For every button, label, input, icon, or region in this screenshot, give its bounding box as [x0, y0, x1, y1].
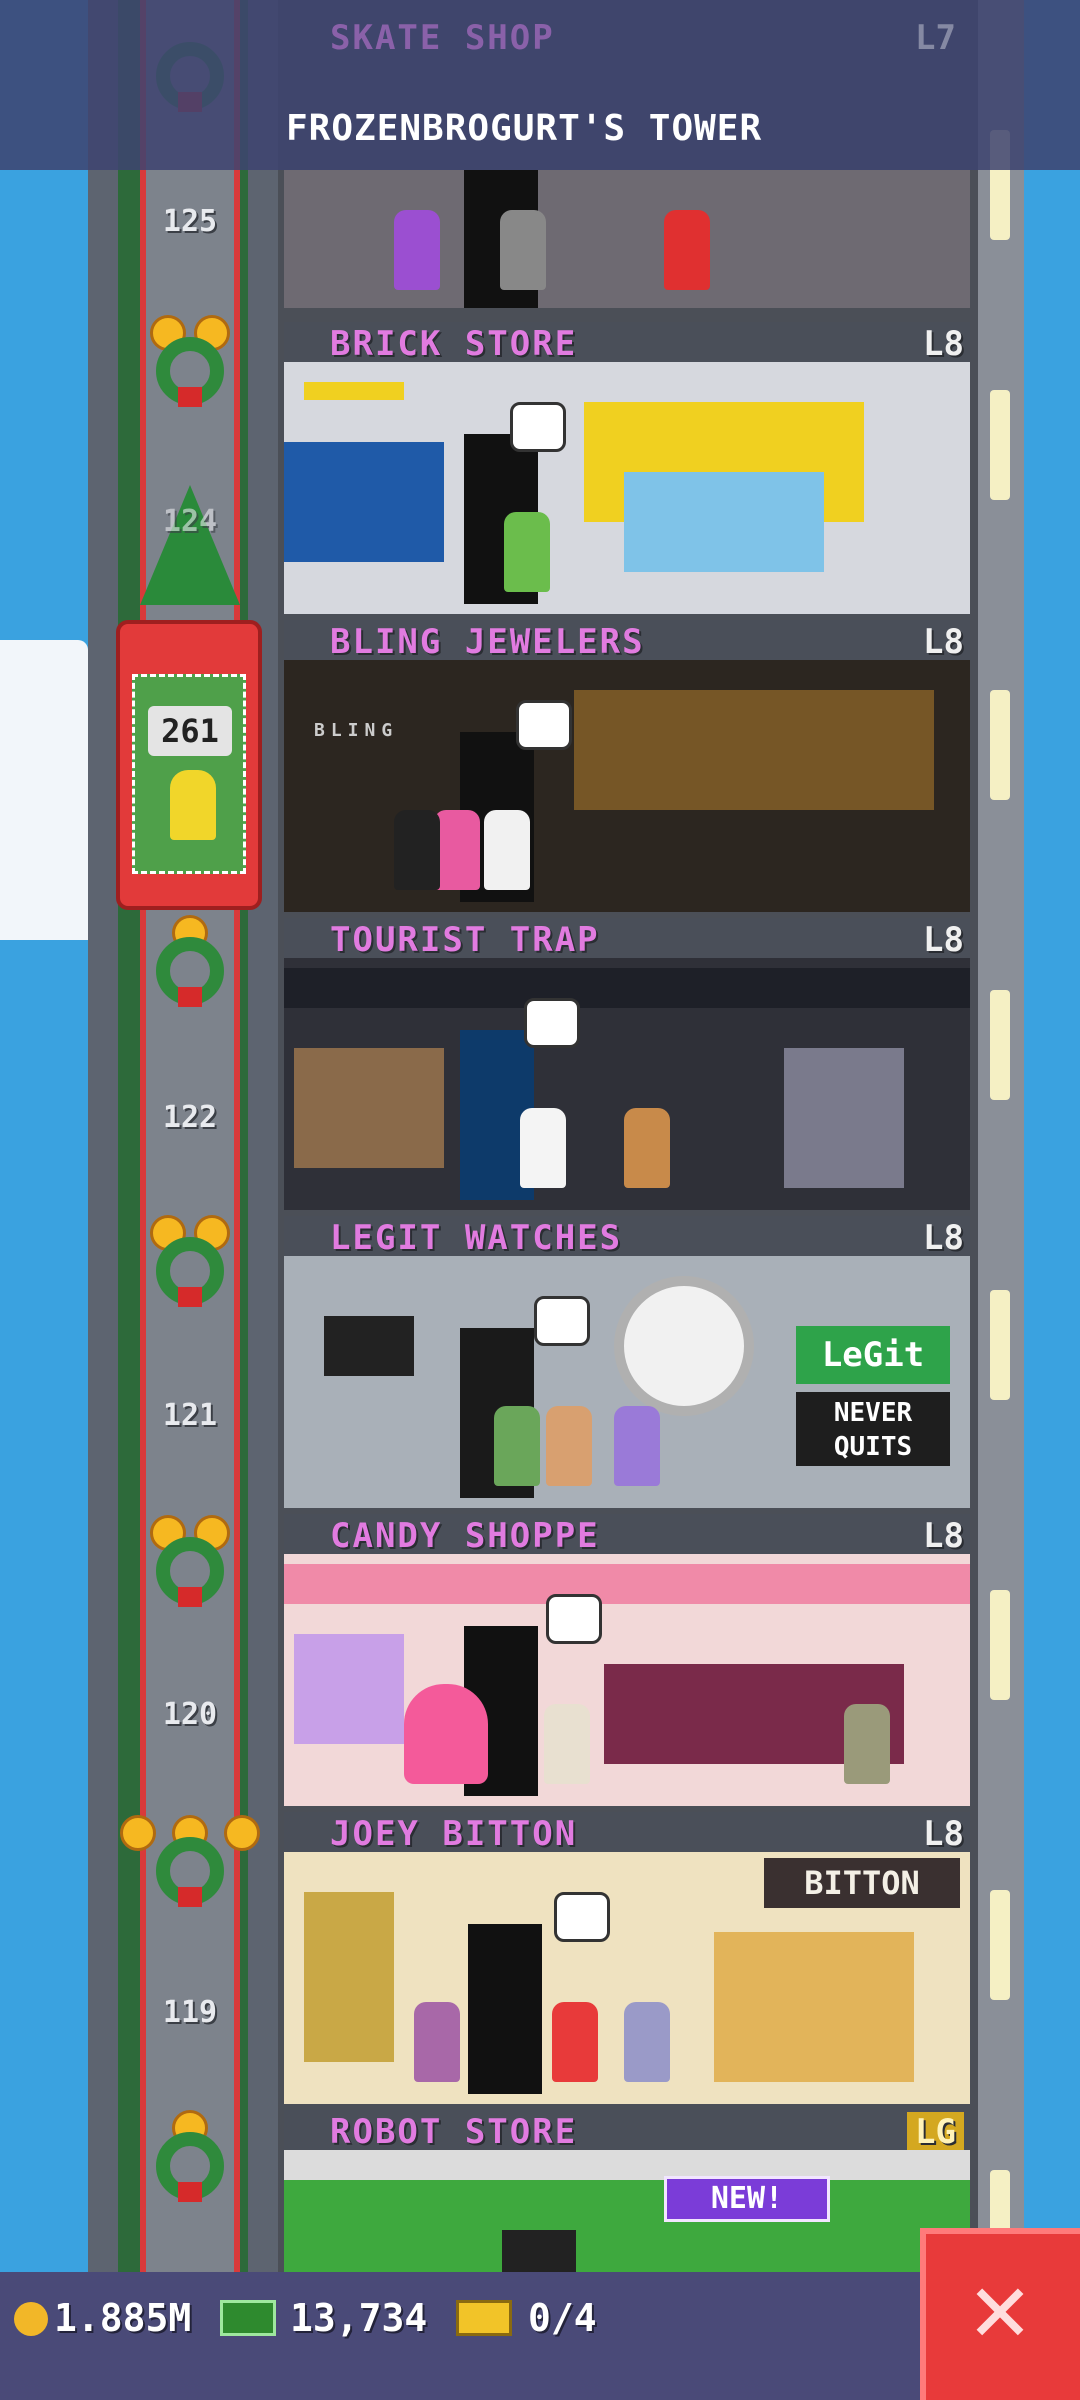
floor-level: L8	[923, 324, 964, 364]
floor-name: JOEY BITTON	[330, 1814, 578, 1854]
ticket-icon	[456, 2300, 512, 2336]
shaft-floor-number: 119	[162, 1995, 218, 2030]
close-icon: ✕	[966, 2267, 1034, 2360]
shaft-floor-number: 125	[162, 204, 218, 239]
bitton-sign: BITTON	[764, 1858, 960, 1908]
floor-room-legit-watches[interactable]: LeGit NEVER QUITS	[284, 1256, 970, 1508]
shaft-floor-number: 124	[162, 504, 218, 539]
elevator-car[interactable]: 261	[116, 620, 262, 910]
cloud	[0, 640, 88, 940]
floor-header[interactable]: LEGIT WATCHES L8	[284, 1216, 970, 1258]
floor-header[interactable]: ROBOT STORE LG	[284, 2110, 970, 2152]
wreath-icon	[150, 1515, 230, 1625]
floor-level: L8	[923, 1814, 964, 1854]
legit-logo: LeGit	[796, 1326, 950, 1384]
floor-level: L8	[923, 1516, 964, 1556]
floor-room-candy-shoppe[interactable]	[284, 1554, 970, 1806]
elevator-passenger-count: 261	[148, 706, 232, 756]
floor-header[interactable]: TOURIST TRAP L8	[284, 918, 970, 960]
floor-name: ROBOT STORE	[330, 2112, 578, 2152]
tower-title: FROZENBROGURT'S TOWER	[286, 108, 763, 149]
wreath-icon	[150, 1215, 230, 1325]
shaft-floor-number: 121	[162, 1398, 218, 1433]
floor-room-joey-bitton[interactable]: BITTON	[284, 1852, 970, 2104]
coin-balance: 1.885M	[54, 2296, 192, 2340]
floor-level: L8	[923, 1218, 964, 1258]
legit-slogan: NEVER QUITS	[796, 1392, 950, 1466]
floor-header[interactable]: BRICK STORE L8	[284, 322, 970, 364]
tower-side-rail	[978, 0, 1024, 2280]
floor-name: BRICK STORE	[330, 324, 578, 364]
wreath-icon	[150, 915, 230, 1025]
floor-room-bling-jewelers[interactable]: BLING	[284, 660, 970, 912]
cloud	[10, 900, 70, 940]
floor-name: TOURIST TRAP	[330, 920, 600, 960]
new-badge: NEW!	[664, 2176, 830, 2222]
floor-header[interactable]: JOEY BITTON L8	[284, 1812, 970, 1854]
bux-balance: 13,734	[290, 2296, 428, 2340]
floor-header[interactable]: CANDY SHOPPE L8	[284, 1514, 970, 1556]
ticket-count: 0/4	[528, 2296, 597, 2340]
elevator-rider	[170, 770, 216, 840]
shaft-floor-number: 120	[162, 1697, 218, 1732]
cash-icon	[220, 2300, 276, 2336]
floor-level: L8	[923, 920, 964, 960]
floor-level: L8	[923, 622, 964, 662]
partial-floor-level: L7	[915, 18, 956, 58]
close-button[interactable]: ✕	[920, 2228, 1080, 2400]
floor-name: BLING JEWELERS	[330, 622, 645, 662]
wreath-icon	[120, 1815, 260, 1925]
wreath-icon	[150, 315, 230, 425]
shaft-floor-number: 122	[162, 1100, 218, 1135]
partial-floor-name: SKATE SHOP	[330, 18, 555, 58]
floor-name: LEGIT WATCHES	[330, 1218, 623, 1258]
wreath-icon	[150, 2110, 230, 2220]
floor-header[interactable]: BLING JEWELERS L8	[284, 620, 970, 662]
floor-room-brick-store[interactable]	[284, 362, 970, 614]
floor-room-robot-store[interactable]	[284, 2150, 970, 2272]
floor-room-skate-shop[interactable]	[284, 170, 970, 308]
floor-name: CANDY SHOPPE	[330, 1516, 600, 1556]
floor-level: LG	[907, 2112, 964, 2152]
currency-bar: 1.885M 13,734 0/4	[0, 2272, 1080, 2400]
coin-icon	[14, 2302, 48, 2336]
tower-header: SKATE SHOP L7 FROZENBROGURT'S TOWER	[0, 0, 1080, 170]
floor-room-tourist-trap[interactable]	[284, 958, 970, 1210]
bling-sign: BLING	[314, 720, 399, 741]
